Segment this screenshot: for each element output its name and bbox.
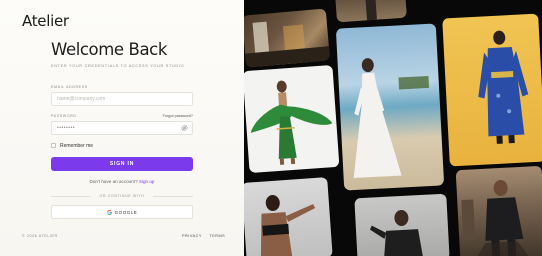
google-icon: [106, 210, 112, 215]
no-account-text: Don't have an account?: [89, 179, 138, 184]
brand-logo[interactable]: Atelier: [22, 12, 69, 30]
eye-off-icon[interactable]: [181, 125, 188, 131]
portrait-top-photo: [335, 0, 407, 23]
google-signin-button[interactable]: Google: [51, 205, 193, 219]
signup-prompt: Don't have an account? Sign up: [0, 179, 244, 184]
footer-links: Privacy Terms: [182, 234, 231, 238]
password-field[interactable]: ••••••••: [51, 121, 193, 135]
divider-line-right: [153, 196, 193, 197]
sign-up-link[interactable]: Sign up: [139, 179, 155, 184]
forgot-password-link[interactable]: Forgot password?: [163, 114, 193, 118]
green-sari-dancer-photo: [244, 64, 340, 174]
email-field[interactable]: [51, 92, 193, 106]
studio-interior-photo: [244, 8, 331, 68]
sign-in-button[interactable]: Sign In: [51, 157, 193, 171]
email-label: Email Address: [51, 85, 88, 89]
social-divider: Or continue with: [51, 194, 193, 198]
remember-me-checkbox[interactable]: [51, 143, 56, 148]
terms-link[interactable]: Terms: [209, 234, 225, 238]
remember-me-label[interactable]: Remember me: [60, 143, 93, 149]
privacy-link[interactable]: Privacy: [182, 234, 202, 238]
photo-gallery: [244, 0, 542, 256]
page-subtitle: Enter your credentials to access your st…: [51, 64, 185, 68]
white-gown-beach-photo: [335, 23, 445, 191]
athlete-portrait-photo: [244, 177, 333, 256]
page-title: Welcome Back: [51, 40, 167, 59]
google-label: Google: [114, 210, 138, 215]
copyright-text: © 2026 Atelier: [22, 234, 58, 238]
login-panel: Atelier Welcome Back Enter your credenti…: [0, 0, 244, 256]
sportswear-man-photo: [354, 193, 450, 256]
password-label: Password: [51, 114, 77, 118]
street-fashion-man-photo: [455, 165, 542, 256]
blue-kimono-portrait-photo: [442, 13, 542, 167]
